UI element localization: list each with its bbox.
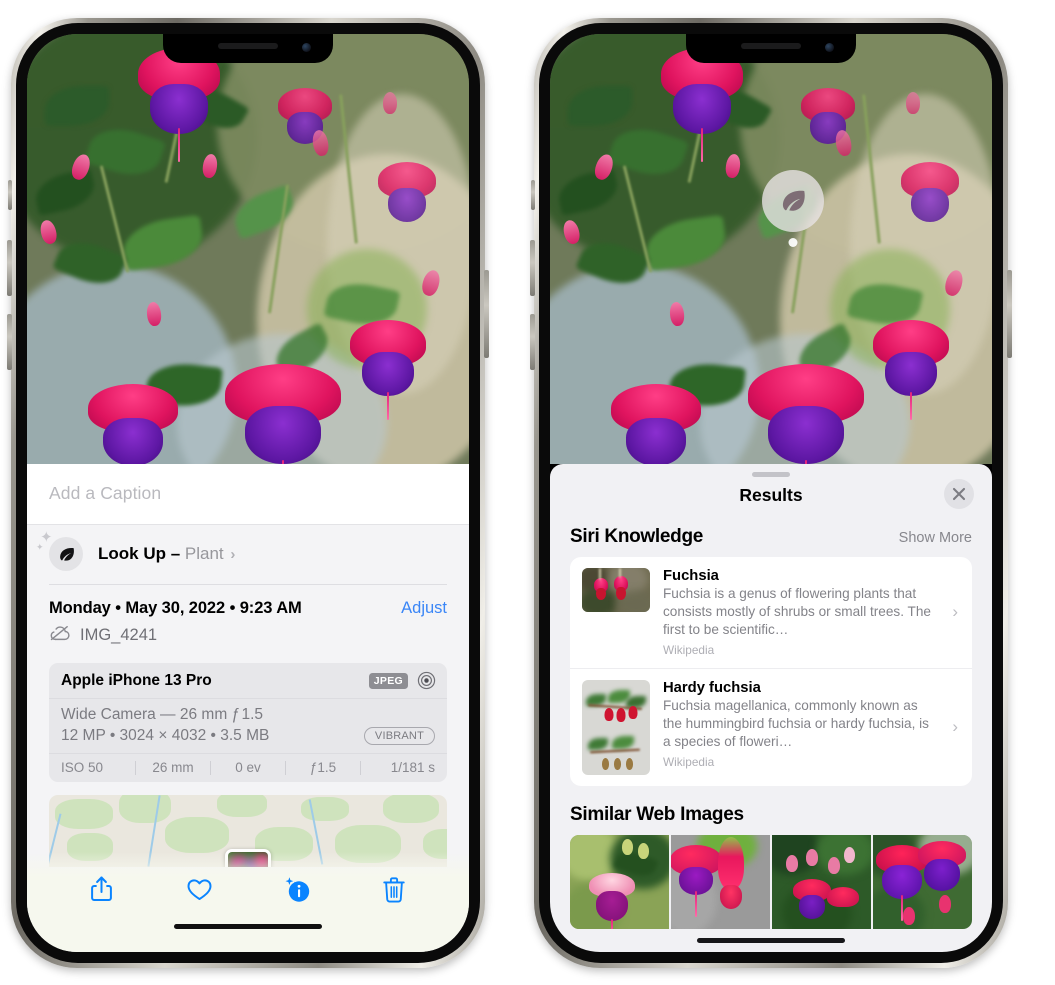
result-description: Fuchsia is a genus of flowering plants t… xyxy=(663,586,931,637)
camera-model: Apple iPhone 13 Pro xyxy=(61,671,212,689)
visual-look-up-anchor-dot xyxy=(788,238,798,247)
web-image-thumbnail[interactable] xyxy=(671,834,770,929)
result-description: Fuchsia magellanica, commonly known as t… xyxy=(663,697,929,749)
chevron-right-icon: › xyxy=(230,546,236,563)
adjust-button[interactable]: Adjust xyxy=(401,599,447,618)
volume-up-button-right[interactable] xyxy=(530,240,535,296)
camera-info-card[interactable]: Apple iPhone 13 Pro JPEG Wide Camera — 2… xyxy=(49,663,447,782)
chevron-right-icon: › xyxy=(952,602,958,622)
lens-icon xyxy=(417,671,436,690)
photographic-style-badge: VIBRANT xyxy=(363,727,435,745)
similar-web-images-grid xyxy=(570,834,972,929)
home-indicator-left xyxy=(174,924,322,929)
front-camera-left xyxy=(302,43,311,52)
screen-left: Add a Caption ✦ ✦ Look Up – Plant › Mond… xyxy=(27,34,469,952)
trash-icon[interactable] xyxy=(378,873,410,905)
list-item[interactable]: Fuchsia Fuchsia is a genus of flowering … xyxy=(570,557,972,668)
photo-viewer-right[interactable] xyxy=(550,34,992,464)
photo-info-sheet: Add a Caption ✦ ✦ Look Up – Plant › Mond… xyxy=(27,464,469,952)
leaf-icon xyxy=(49,537,83,571)
share-icon[interactable] xyxy=(86,873,118,905)
result-source: Wikipedia xyxy=(663,754,715,769)
look-up-title: Look Up – xyxy=(98,544,181,563)
exif-shutter: 1/181 s xyxy=(390,760,435,775)
screenshot-root: Add a Caption ✦ ✦ Look Up – Plant › Mond… xyxy=(0,0,1055,985)
results-title: Results xyxy=(739,485,803,505)
notch-right xyxy=(686,34,856,63)
result-thumbnail xyxy=(582,679,650,775)
list-item[interactable]: Hardy fuchsia Fuchsia magellanica, commo… xyxy=(570,667,972,786)
caption-field-row[interactable]: Add a Caption xyxy=(27,464,469,525)
similar-web-images-title: Similar Web Images xyxy=(570,803,744,825)
siri-knowledge-title: Siri Knowledge xyxy=(570,526,704,547)
cloud-slash-icon xyxy=(49,625,71,646)
phone-left: Add a Caption ✦ ✦ Look Up – Plant › Mond… xyxy=(7,18,489,968)
fuchsia-photo-right xyxy=(550,34,992,464)
photo-viewer-left[interactable] xyxy=(27,34,469,464)
fuchsia-photo-left xyxy=(27,34,469,464)
visual-look-up-badge[interactable] xyxy=(762,170,824,247)
volume-down-button-right[interactable] xyxy=(530,314,535,370)
mute-switch-right[interactable] xyxy=(531,180,535,210)
chevron-right-icon: › xyxy=(952,717,958,737)
volume-down-button-left[interactable] xyxy=(7,314,12,370)
notch-left xyxy=(163,34,333,63)
info-icon[interactable] xyxy=(281,873,313,905)
results-sheet: Results Siri Knowledge Show More Fuchsia… xyxy=(550,464,992,952)
exif-row: ISO 50 26 mm 0 ev ƒ1.5 1/181 s xyxy=(49,753,447,782)
earpiece-speaker-left xyxy=(218,43,278,49)
result-thumbnail xyxy=(582,568,650,612)
earpiece-speaker-right xyxy=(741,43,801,49)
favorite-heart-icon[interactable] xyxy=(183,873,215,905)
close-icon[interactable] xyxy=(944,479,974,509)
photo-metadata-block: Monday • May 30, 2022 • 9:23 AM Adjust I… xyxy=(27,585,469,650)
leaf-icon xyxy=(762,170,824,232)
siri-knowledge-header: Siri Knowledge Show More xyxy=(550,520,992,557)
front-camera-right xyxy=(825,43,834,52)
exif-exposure: 0 ev xyxy=(235,760,261,775)
exif-focal: 26 mm xyxy=(152,760,194,775)
look-up-subject: Plant xyxy=(184,544,224,563)
result-source: Wikipedia xyxy=(663,642,715,657)
results-header: Results xyxy=(550,477,992,520)
photo-action-toolbar xyxy=(27,852,469,952)
camera-specs: 12 MP • 3024 × 4032 • 3.5 MB xyxy=(61,727,270,744)
siri-knowledge-card: Fuchsia Fuchsia is a genus of flowering … xyxy=(570,557,972,786)
web-image-thumbnail[interactable] xyxy=(772,834,871,929)
web-image-thumbnail[interactable] xyxy=(873,834,972,929)
power-button-left[interactable] xyxy=(484,270,489,358)
show-more-button[interactable]: Show More xyxy=(899,530,972,546)
web-image-thumbnail[interactable] xyxy=(570,834,669,929)
mute-switch-left[interactable] xyxy=(8,180,12,210)
result-title: Fuchsia xyxy=(663,568,719,584)
volume-up-button-left[interactable] xyxy=(7,240,12,296)
photo-filename: IMG_4241 xyxy=(80,626,158,644)
screen-right: Results Siri Knowledge Show More Fuchsia… xyxy=(550,34,992,952)
look-up-row[interactable]: ✦ ✦ Look Up – Plant › xyxy=(27,525,469,584)
similar-web-images-header: Similar Web Images xyxy=(550,786,992,835)
look-up-label: Look Up – Plant › xyxy=(98,544,235,564)
power-button-right[interactable] xyxy=(1007,270,1012,358)
photo-date: Monday • May 30, 2022 • 9:23 AM xyxy=(49,599,302,617)
result-title: Hardy fuchsia xyxy=(663,679,761,696)
phone-right: Results Siri Knowledge Show More Fuchsia… xyxy=(530,18,1012,968)
exif-aperture: ƒ1.5 xyxy=(309,760,337,775)
exif-iso: ISO 50 xyxy=(61,760,104,775)
home-indicator-right xyxy=(697,938,845,943)
sparkle-small-icon: ✦ xyxy=(36,542,44,552)
format-badge: JPEG xyxy=(368,672,408,689)
look-up-badge: ✦ ✦ xyxy=(36,530,83,571)
caption-input-placeholder[interactable]: Add a Caption xyxy=(49,483,447,504)
camera-lens-info: Wide Camera — 26 mm ƒ 1.5 xyxy=(61,706,263,723)
